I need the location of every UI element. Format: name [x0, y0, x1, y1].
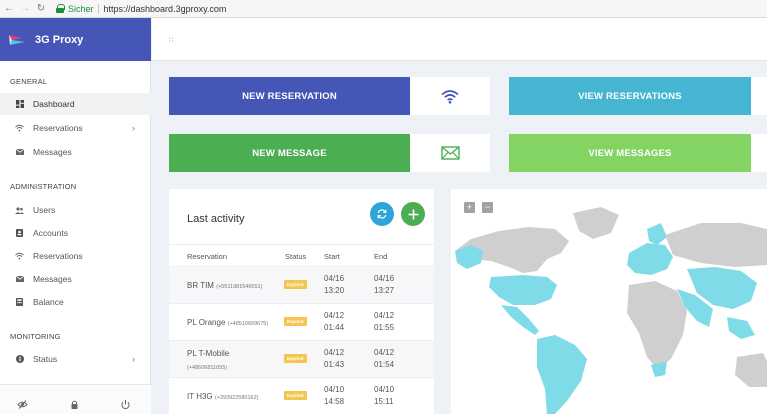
back-arrow-icon[interactable]: ←: [2, 3, 16, 14]
status-badge: Expired: [284, 391, 307, 400]
sidebar-item-dashboard[interactable]: Dashboard: [0, 93, 151, 115]
lock-icon[interactable]: [69, 399, 80, 410]
add-button[interactable]: [401, 202, 425, 226]
forward-arrow-icon[interactable]: →: [18, 3, 32, 14]
envelope-icon: [15, 275, 24, 284]
card-title: Last activity: [187, 213, 245, 225]
wifi-icon: [15, 124, 24, 133]
balance-icon: [15, 298, 24, 307]
table-row[interactable]: BR TIM (+5511981546551) Expired 04/16 13:…: [169, 266, 434, 303]
sidebar-item-balance[interactable]: Balance: [0, 291, 151, 313]
status-badge: Expired: [284, 354, 307, 363]
sidebar-footer: [0, 384, 151, 414]
envelope-icon: [440, 146, 460, 160]
reload-icon[interactable]: ↻: [34, 3, 48, 14]
brand-logo-icon: [9, 34, 25, 45]
users-icon: [15, 206, 24, 215]
sidebar-item-admin-messages[interactable]: Messages: [0, 268, 151, 290]
new-reservation-button[interactable]: NEW RESERVATION: [169, 77, 410, 115]
new-message-button[interactable]: NEW MESSAGE: [169, 134, 410, 172]
world-map-card: + −: [451, 189, 767, 414]
wifi-icon: [15, 252, 24, 261]
top-header: ∷: [152, 18, 767, 61]
address-bar[interactable]: Sicher https://dashboard.3gproxy.com: [56, 2, 226, 16]
view-reservations-icon-button[interactable]: [751, 77, 767, 115]
power-icon[interactable]: [120, 399, 131, 410]
secure-label: Sicher: [68, 3, 94, 14]
table-row[interactable]: IT H3G (+393922580162) Expired 04/10 14:5…: [169, 377, 434, 414]
chevron-right-icon: ›: [132, 354, 135, 364]
envelope-icon: [15, 148, 24, 157]
refresh-button[interactable]: [370, 202, 394, 226]
account-icon: [15, 229, 24, 238]
browser-toolbar: ← → ↻ Sicher https://dashboard.3gproxy.c…: [0, 0, 767, 18]
plus-icon: [408, 209, 418, 219]
table-row[interactable]: PL Orange (+48510609675) Expired 04/12 01…: [169, 303, 434, 340]
url-text[interactable]: https://dashboard.3gproxy.com: [104, 4, 227, 14]
grid-dots-icon[interactable]: ∷: [169, 36, 174, 44]
sidebar-item-status[interactable]: Status ›: [0, 348, 151, 370]
status-badge: Expired: [284, 280, 307, 289]
sidebar-item-reservations[interactable]: Reservations ›: [0, 117, 151, 139]
sidebar-item-messages[interactable]: Messages: [0, 141, 151, 163]
sidebar-item-admin-reservations[interactable]: Reservations: [0, 245, 151, 267]
view-messages-button[interactable]: VIEW MESSAGES: [509, 134, 751, 172]
section-title-monitoring: MONITORING: [10, 332, 61, 341]
lock-icon: [56, 4, 65, 13]
brand-name: 3G Proxy: [35, 33, 84, 46]
section-title-administration: ADMINISTRATION: [10, 182, 77, 191]
status-badge: Expired: [284, 317, 307, 326]
view-reservations-button[interactable]: VIEW RESERVATIONS: [509, 77, 751, 115]
dashboard-icon: [15, 100, 24, 109]
table-header: Reservation Status Start End: [169, 244, 434, 266]
brand-header[interactable]: 3G Proxy: [0, 18, 151, 61]
new-message-icon-button[interactable]: [410, 134, 490, 172]
chevron-right-icon: ›: [132, 123, 135, 133]
view-messages-icon-button[interactable]: [751, 134, 767, 172]
sidebar-item-accounts[interactable]: Accounts: [0, 222, 151, 244]
table-row[interactable]: PL T-Mobile (+48606811055) Expired 04/12 0…: [169, 340, 434, 377]
eye-slash-icon[interactable]: [17, 399, 28, 410]
sidebar-item-users[interactable]: Users: [0, 199, 151, 221]
last-activity-card: Last activity Reservation Status Start E…: [169, 189, 434, 414]
wifi-icon: [441, 89, 459, 103]
section-title-general: GENERAL: [10, 77, 48, 86]
world-map[interactable]: [451, 189, 767, 414]
info-icon: [15, 355, 24, 364]
sidebar: GENERAL Dashboard Reservations › Message…: [0, 61, 151, 414]
refresh-icon: [377, 209, 387, 219]
new-reservation-icon-button[interactable]: [410, 77, 490, 115]
